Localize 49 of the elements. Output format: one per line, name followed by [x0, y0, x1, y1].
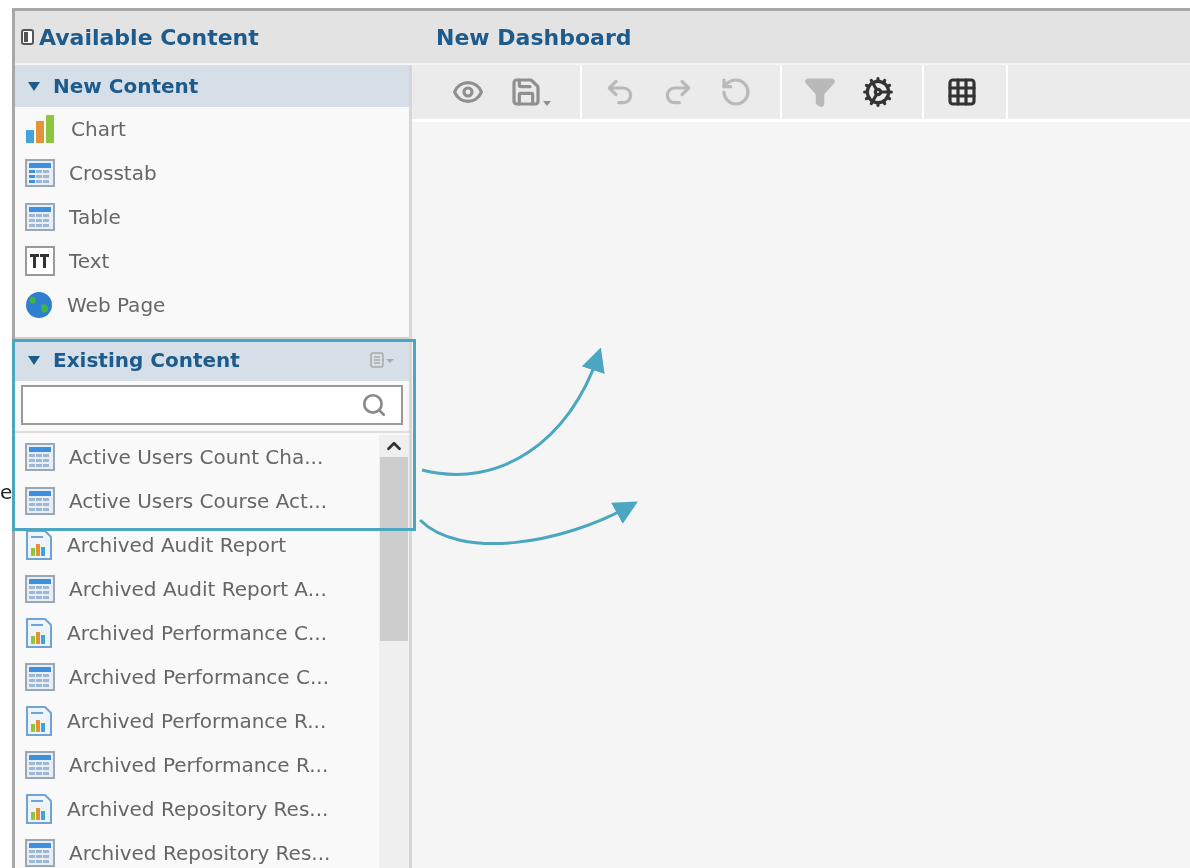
scroll-thumb[interactable]: [380, 457, 408, 641]
section-header[interactable]: Existing Content: [15, 339, 409, 381]
content-list-item[interactable]: Archived Repository Res...: [15, 787, 379, 831]
save-menu-button[interactable]: [510, 76, 552, 108]
table-icon: [25, 663, 55, 691]
content-list-item[interactable]: Archived Performance R...: [15, 699, 379, 743]
scrollbar[interactable]: [379, 435, 409, 868]
text-box-icon: [25, 246, 55, 276]
content-list-item[interactable]: Archived Performance C...: [15, 655, 379, 699]
table-icon: [25, 575, 55, 603]
grid-button[interactable]: [946, 76, 978, 108]
triangle-icon[interactable]: [27, 80, 41, 92]
content-type-item[interactable]: Text: [15, 239, 409, 283]
chart-report-icon: [25, 530, 53, 560]
content-list-item[interactable]: Active Users Course Act...: [15, 479, 379, 523]
table-icon: [25, 751, 55, 779]
caret-icon[interactable]: [542, 100, 552, 108]
dashboard-title: New Dashboard: [436, 24, 632, 50]
table-icon: [25, 487, 55, 515]
bar-chart-icon: [25, 114, 57, 144]
table-icon: [25, 443, 55, 471]
content-list-item[interactable]: Archived Performance C...: [15, 611, 379, 655]
table-icon: [25, 839, 55, 867]
table-icon: [25, 159, 55, 187]
globe-icon: [25, 291, 53, 319]
table-icon: [25, 203, 55, 231]
section-header[interactable]: New Content: [15, 65, 409, 107]
content-list-item[interactable]: Archived Audit Report: [15, 523, 379, 567]
list-menu-icon[interactable]: [369, 351, 397, 369]
panel-toggle-icon[interactable]: [21, 28, 35, 46]
content-type-item[interactable]: Table: [15, 195, 409, 239]
content-list-item[interactable]: Archived Audit Report A...: [15, 567, 379, 611]
chart-report-icon: [25, 706, 53, 736]
search-field[interactable]: [21, 385, 403, 425]
section-title: Existing Content: [53, 348, 241, 372]
chart-report-icon: [25, 794, 53, 824]
triangle-icon[interactable]: [27, 354, 41, 366]
content-type-item[interactable]: Crosstab: [15, 151, 409, 195]
cut-off-letter: e: [0, 480, 13, 504]
gears-button[interactable]: [862, 76, 894, 108]
section-title: New Content: [53, 74, 200, 98]
search-icon[interactable]: [361, 392, 387, 418]
content-list-item[interactable]: Active Users Count Cha...: [15, 435, 379, 479]
content-list-item[interactable]: Archived Performance R...: [15, 743, 379, 787]
chart-report-icon: [25, 618, 53, 648]
panel-title: Available Content: [39, 24, 259, 50]
content-type-item[interactable]: Chart: [15, 107, 409, 151]
content-type-item[interactable]: Web Page: [15, 283, 409, 327]
content-list-item[interactable]: Archived Repository Res...: [15, 831, 379, 868]
